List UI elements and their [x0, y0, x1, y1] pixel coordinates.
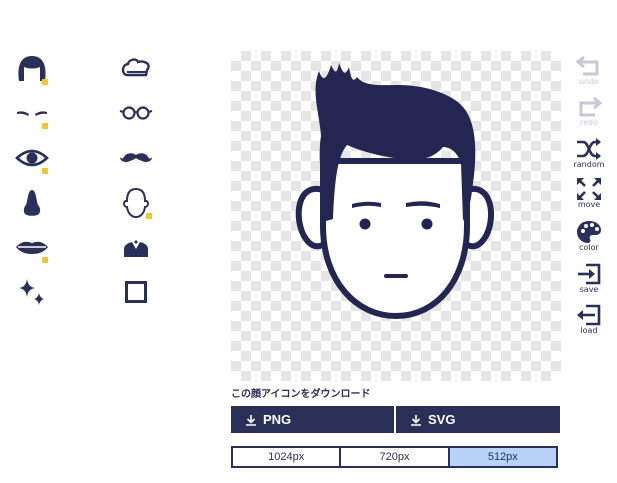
eyebrows-part-button[interactable]: [14, 95, 50, 131]
palette-icon: [577, 221, 601, 243]
color-button[interactable]: color: [571, 219, 607, 252]
save-icon: [578, 263, 601, 285]
shuffle-icon: [577, 138, 601, 160]
face-shape: [320, 158, 470, 319]
size-option-512[interactable]: 512px: [447, 448, 556, 466]
undo-label: undo: [578, 77, 600, 86]
download-heading: この顔アイコンをダウンロード: [231, 389, 371, 400]
sparkle-part-icon: [19, 279, 44, 305]
redo-icon: [579, 96, 603, 117]
download-icon: [411, 414, 421, 426]
background-frame-part-button[interactable]: [118, 274, 154, 310]
right-eye: [421, 218, 433, 230]
random-button[interactable]: random: [571, 136, 607, 169]
download-png-button[interactable]: PNG: [231, 406, 394, 433]
mouth-part-button[interactable]: [14, 229, 50, 265]
move-label: move: [577, 200, 601, 209]
move-button[interactable]: move: [571, 176, 607, 209]
nose-part-icon: [23, 190, 41, 216]
load-icon: [577, 304, 601, 326]
color-label: color: [579, 243, 599, 252]
left-eye: [359, 218, 371, 230]
save-label: save: [579, 285, 599, 294]
random-label: random: [573, 160, 605, 169]
mustache-part-button[interactable]: [118, 140, 154, 176]
undo-icon: [575, 55, 599, 76]
hair-selected-badge: [42, 79, 48, 85]
redo-label: redo: [579, 118, 598, 127]
glasses-part-icon: [119, 106, 153, 120]
save-button[interactable]: save: [571, 261, 607, 294]
mouth-selected-badge: [42, 257, 48, 263]
size-selector: 1024px 720px 512px: [231, 446, 558, 468]
sparkle-part-button[interactable]: [14, 274, 50, 310]
clothes-part-button[interactable]: [118, 229, 154, 265]
nose-part-button[interactable]: [14, 185, 50, 221]
avatar-canvas: [231, 51, 561, 381]
download-svg-button[interactable]: SVG: [396, 406, 560, 433]
eye-part-button[interactable]: [14, 140, 50, 176]
mustache-part-icon: [120, 153, 152, 162]
hat-part-button[interactable]: [118, 51, 154, 87]
expand-arrows-icon: [577, 178, 601, 200]
load-label: load: [580, 326, 598, 335]
hair-part-button[interactable]: [14, 51, 50, 87]
undo-button[interactable]: undo: [571, 53, 607, 86]
hat-part-icon: [121, 58, 150, 77]
eyebrows-selected-badge: [42, 123, 48, 129]
clothes-part-icon: [124, 240, 148, 257]
download-icon: [246, 414, 256, 426]
eye-selected-badge: [42, 168, 48, 174]
svg-label: SVG: [428, 412, 456, 427]
redo-button[interactable]: redo: [571, 94, 607, 127]
png-label: PNG: [263, 412, 292, 427]
face-outline-selected-badge: [146, 213, 152, 219]
size-option-1024[interactable]: 1024px: [233, 448, 339, 466]
background-frame-part-icon: [125, 281, 147, 303]
load-button[interactable]: load: [571, 302, 607, 335]
size-option-720[interactable]: 720px: [339, 448, 447, 466]
glasses-part-button[interactable]: [118, 95, 154, 131]
avatar-preview: [295, 63, 494, 319]
face-outline-part-button[interactable]: [118, 185, 154, 221]
